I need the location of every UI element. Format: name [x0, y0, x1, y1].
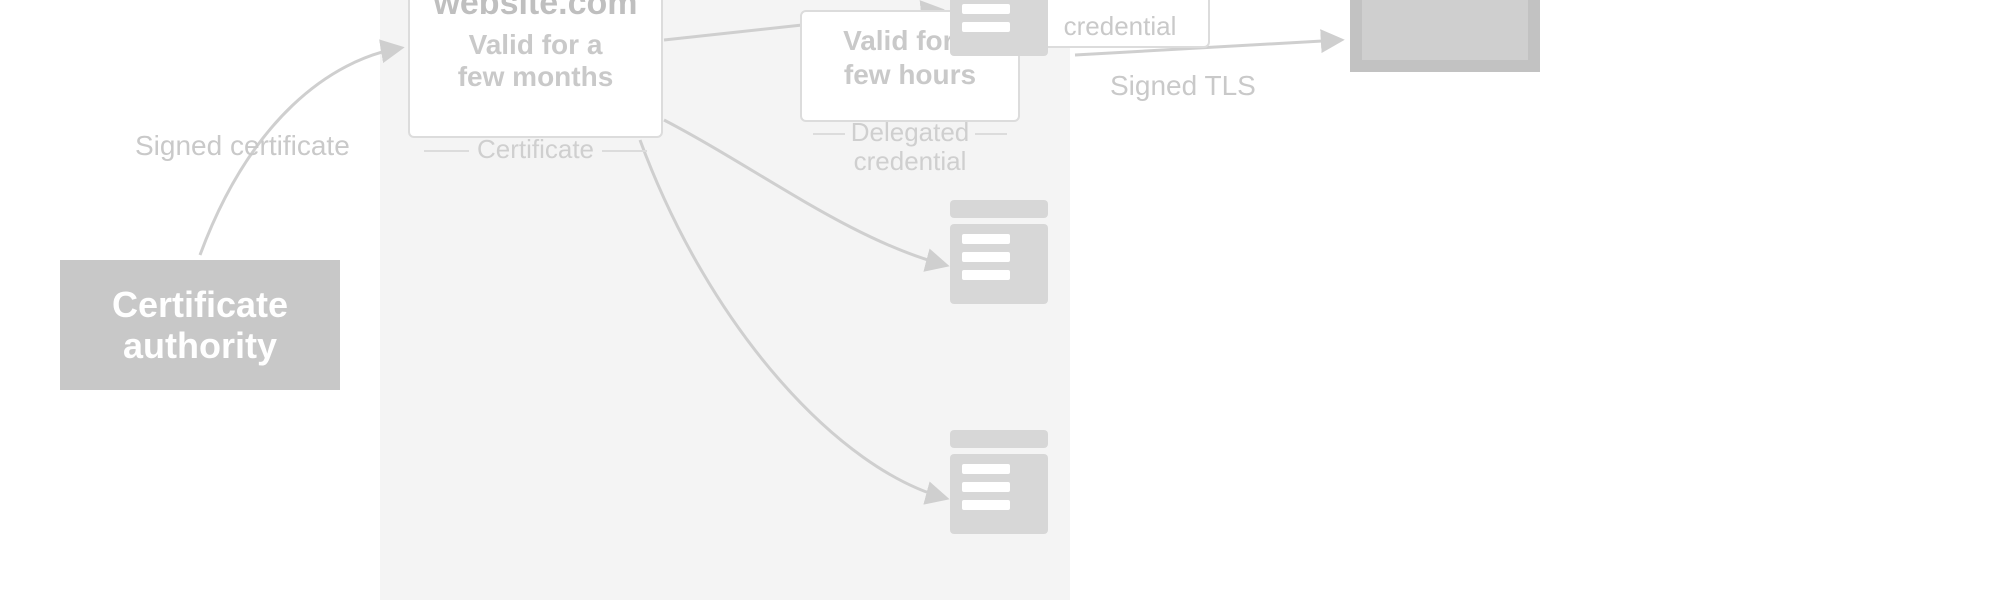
certificate-card: website.com Valid for afew months	[408, 0, 663, 138]
certificate-authority-box: Certificateauthority	[60, 260, 340, 390]
credential-card-top-label: credential	[1064, 11, 1177, 41]
edge-label-signed-tls: Signed TLS	[1110, 70, 1256, 102]
delegated-credential-caption: Delegated credential	[800, 118, 1020, 175]
certificate-card-caption: Certificate	[408, 134, 663, 165]
server-icon-1	[950, 0, 1048, 62]
browser-box: Browser	[1350, 0, 1540, 72]
certificate-authority-label: Certificateauthority	[112, 284, 288, 367]
certificate-card-validity: Valid for afew months	[410, 29, 661, 93]
server-icon-2	[950, 200, 1048, 310]
server-icon-3	[950, 430, 1048, 540]
diagram-stage: Certificateauthority Signed certificate …	[0, 0, 2000, 600]
certificate-card-title: website.com	[410, 0, 661, 23]
edge-label-signed-certificate: Signed certificate	[135, 130, 350, 162]
dc-caption-line1: Delegated	[851, 117, 970, 147]
credential-card-top: credential	[1030, 0, 1210, 48]
browser-label: Browser	[1381, 0, 1509, 5]
dc-caption-line2: credential	[854, 146, 967, 176]
